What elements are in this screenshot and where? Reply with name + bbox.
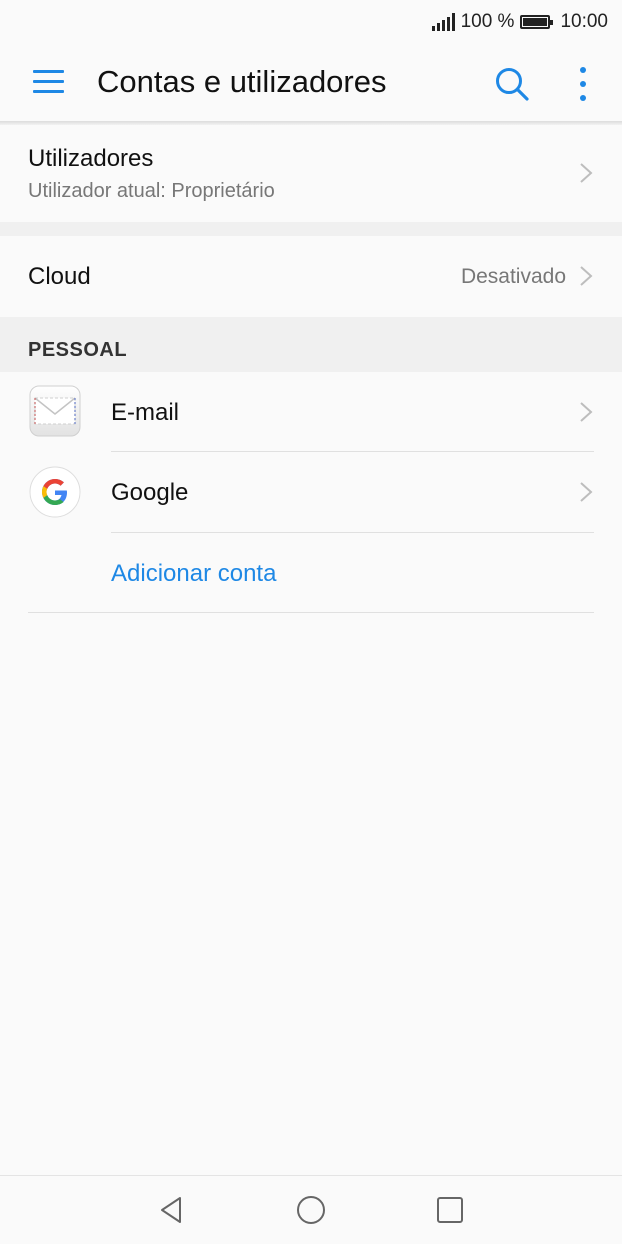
- divider: [28, 612, 594, 613]
- cloud-row[interactable]: Cloud Desativado: [0, 236, 622, 317]
- users-row[interactable]: Utilizadores Utilizador atual: Proprietá…: [0, 125, 622, 222]
- email-envelope-icon: [29, 385, 81, 437]
- battery-percentage: 100 %: [460, 11, 515, 32]
- clock: 10:00: [560, 11, 608, 32]
- chevron-right-icon: [578, 264, 594, 288]
- status-indicators: 100 % 10:00: [431, 10, 608, 34]
- section-header-personal: PESSOAL: [0, 317, 622, 372]
- hamburger-menu-icon[interactable]: [33, 70, 64, 94]
- home-circle-icon[interactable]: [295, 1194, 327, 1226]
- more-vert-icon[interactable]: [576, 66, 590, 102]
- cloud-title: Cloud: [28, 263, 91, 290]
- app-bar: Contas e utilizadores: [0, 44, 622, 122]
- recents-square-icon[interactable]: [434, 1194, 466, 1226]
- chevron-right-icon: [578, 161, 594, 185]
- page-title: Contas e utilizadores: [97, 64, 387, 99]
- chevron-right-icon: [578, 480, 594, 504]
- section-gap: [0, 222, 622, 236]
- account-row-email[interactable]: E-mail: [0, 372, 622, 452]
- chevron-right-icon: [578, 400, 594, 424]
- account-label-email: E-mail: [111, 399, 180, 426]
- add-account-link[interactable]: Adicionar conta: [111, 560, 276, 588]
- cloud-status: Desativado: [460, 265, 566, 288]
- account-row-google[interactable]: Google: [0, 452, 622, 532]
- navigation-bar: [0, 1175, 622, 1244]
- back-triangle-icon[interactable]: [156, 1194, 188, 1226]
- search-icon[interactable]: [494, 66, 530, 102]
- account-label-google: Google: [111, 479, 189, 506]
- signal-strength-icon: [431, 13, 455, 31]
- section-header-label: PESSOAL: [28, 339, 128, 361]
- users-subtitle: Utilizador atual: Proprietário: [28, 180, 275, 202]
- google-icon: [29, 466, 81, 518]
- status-bar: 100 % 10:00: [0, 0, 622, 44]
- battery-icon: [520, 15, 554, 29]
- divider: [111, 532, 594, 533]
- users-title: Utilizadores: [28, 145, 154, 172]
